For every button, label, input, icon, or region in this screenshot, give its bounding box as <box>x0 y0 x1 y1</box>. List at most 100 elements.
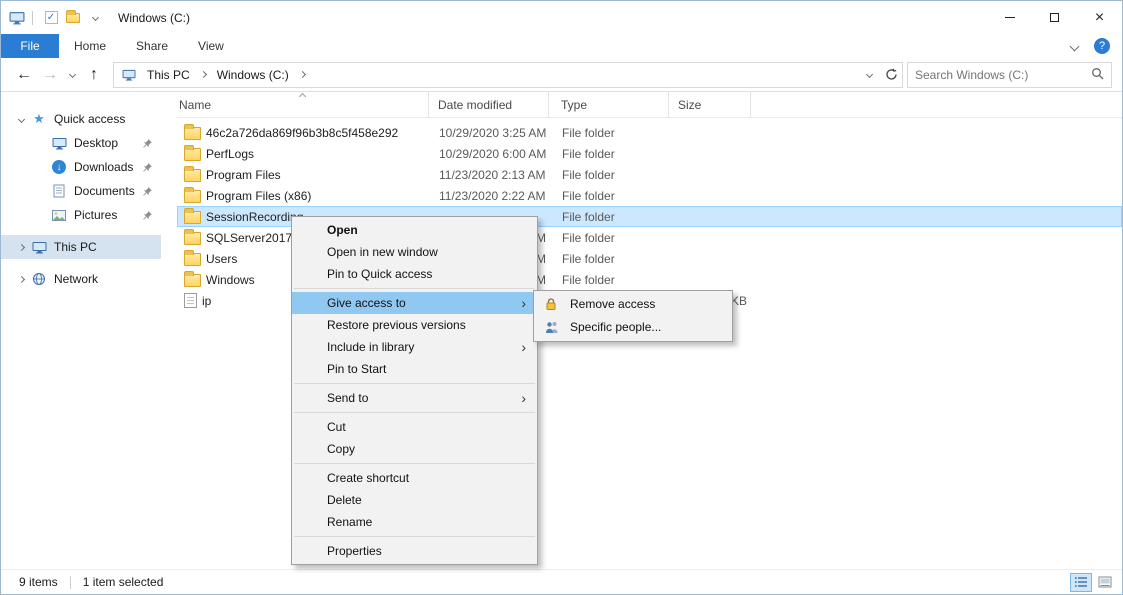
file-name: Users <box>206 252 237 266</box>
minimize-button[interactable] <box>987 1 1032 34</box>
forward-button[interactable]: → <box>37 62 63 88</box>
tab-home[interactable]: Home <box>59 34 121 58</box>
thumbnails-view-button[interactable] <box>1094 573 1116 592</box>
menu-separator <box>294 383 535 384</box>
file-icon <box>184 293 197 308</box>
ribbon-tab-bar: File Home Share View ? <box>1 34 1122 58</box>
menu-item-pin-to-start[interactable]: Pin to Start <box>292 358 537 380</box>
maximize-button[interactable] <box>1032 1 1077 34</box>
file-type: File folder <box>550 147 670 161</box>
sort-ascending-icon <box>298 93 305 100</box>
tab-view[interactable]: View <box>183 34 239 58</box>
search-icon[interactable] <box>1091 67 1104 83</box>
qat-separator <box>32 11 33 25</box>
submenu-item-remove-access[interactable]: Remove access <box>534 293 732 316</box>
file-type: File folder <box>550 168 670 182</box>
file-type: File folder <box>550 252 670 266</box>
breadcrumb-windows-c[interactable]: Windows (C:) <box>212 68 294 82</box>
file-name: Windows <box>206 273 255 287</box>
refresh-button[interactable] <box>880 63 902 87</box>
folder-icon <box>184 253 201 266</box>
menu-separator <box>294 412 535 413</box>
chevron-down-icon <box>91 14 98 21</box>
qat-new-folder-button[interactable] <box>62 7 84 29</box>
navigation-pane: ★ Quick access Desktop ↓ Downloads Docum… <box>1 92 161 569</box>
file-type: File folder <box>550 189 670 203</box>
file-name: SessionRecording <box>206 210 303 224</box>
address-bar[interactable]: This PC Windows (C:) <box>113 62 903 88</box>
menu-item-send-to[interactable]: Send to› <box>292 387 537 409</box>
file-row[interactable]: Program Files (x86) 11/23/2020 2:22 AM F… <box>177 185 1122 206</box>
qat-properties-button[interactable]: ✓ <box>40 7 62 29</box>
close-icon: × <box>1095 10 1104 26</box>
tab-share[interactable]: Share <box>121 34 183 58</box>
documents-icon <box>51 184 67 198</box>
sidebar-item-downloads[interactable]: ↓ Downloads <box>1 155 161 179</box>
downloads-icon: ↓ <box>52 160 66 174</box>
menu-item-properties[interactable]: Properties <box>292 540 537 562</box>
menu-separator <box>294 536 535 537</box>
file-row[interactable]: PerfLogs 10/29/2020 6:00 AM File folder <box>177 143 1122 164</box>
menu-item-include-in-library[interactable]: Include in library› <box>292 336 537 358</box>
search-box[interactable] <box>907 62 1112 88</box>
pin-icon <box>142 210 153 224</box>
menu-item-cut[interactable]: Cut <box>292 416 537 438</box>
file-type: File folder <box>550 231 670 245</box>
sidebar-item-label: This PC <box>54 240 97 254</box>
folder-icon <box>184 148 201 161</box>
expand-ribbon-icon[interactable] <box>1070 41 1080 51</box>
menu-item-delete[interactable]: Delete <box>292 489 537 511</box>
column-header-size[interactable]: Size <box>669 92 751 117</box>
column-header-date-modified[interactable]: Date modified <box>429 92 549 117</box>
sidebar-item-quick-access[interactable]: ★ Quick access <box>1 107 161 131</box>
column-header-type[interactable]: Type <box>549 92 669 117</box>
thumbnails-view-icon <box>1098 576 1112 588</box>
menu-item-give-access-to[interactable]: Give access to› <box>292 292 537 314</box>
tab-file[interactable]: File <box>1 34 59 58</box>
refresh-icon <box>885 68 898 81</box>
chevron-down-icon[interactable] <box>18 115 25 122</box>
menu-item-rename[interactable]: Rename <box>292 511 537 533</box>
menu-item-open[interactable]: Open <box>292 219 537 241</box>
caption-buttons: × <box>987 1 1122 34</box>
menu-item-open-in-new-window[interactable]: Open in new window <box>292 241 537 263</box>
folder-icon <box>184 190 201 203</box>
sidebar-item-desktop[interactable]: Desktop <box>1 131 161 155</box>
back-button[interactable]: ← <box>11 62 37 88</box>
sidebar-item-network[interactable]: Network <box>1 267 161 291</box>
navigation-bar: ← → ↑ This PC Windows (C:) <box>1 58 1122 92</box>
sidebar-item-label: Network <box>54 272 98 286</box>
sidebar-item-this-pc[interactable]: This PC <box>1 235 161 259</box>
quick-access-star-icon: ★ <box>33 111 45 127</box>
column-header-name[interactable]: Name <box>177 92 429 117</box>
menu-item-create-shortcut[interactable]: Create shortcut <box>292 467 537 489</box>
details-view-icon <box>1074 576 1088 588</box>
breadcrumb-separator-icon[interactable] <box>200 71 207 78</box>
up-button[interactable]: ↑ <box>81 62 107 88</box>
menu-item-copy[interactable]: Copy <box>292 438 537 460</box>
recent-locations-button[interactable] <box>63 62 81 88</box>
chevron-right-icon[interactable] <box>18 275 25 282</box>
menu-item-pin-to-quick-access[interactable]: Pin to Quick access <box>292 263 537 285</box>
address-dropdown-button[interactable] <box>858 63 880 87</box>
breadcrumb-separator-icon[interactable] <box>299 71 306 78</box>
search-input[interactable] <box>915 68 1091 82</box>
file-row[interactable]: Program Files 11/23/2020 2:13 AM File fo… <box>177 164 1122 185</box>
menu-item-restore-previous-versions[interactable]: Restore previous versions <box>292 314 537 336</box>
file-row[interactable]: 46c2a726da869f96b3b8c5f458e292 10/29/202… <box>177 122 1122 143</box>
sidebar-item-documents[interactable]: Documents <box>1 179 161 203</box>
file-name: Program Files <box>206 168 281 182</box>
items-count: 9 items <box>19 575 58 589</box>
chevron-right-icon[interactable] <box>18 243 25 250</box>
column-headers: Name Date modified Type Size <box>177 92 1122 118</box>
sidebar-item-pictures[interactable]: Pictures <box>1 203 161 227</box>
breadcrumb-this-pc[interactable]: This PC <box>142 68 195 82</box>
file-type: File folder <box>550 210 670 224</box>
submenu-item-specific-people[interactable]: Specific people... <box>534 316 732 339</box>
submenu-arrow-icon: › <box>521 336 526 358</box>
details-view-button[interactable] <box>1070 573 1092 592</box>
submenu-arrow-icon: › <box>521 387 526 409</box>
qat-customize-button[interactable] <box>84 7 106 29</box>
close-button[interactable]: × <box>1077 1 1122 34</box>
help-icon[interactable]: ? <box>1094 38 1110 54</box>
